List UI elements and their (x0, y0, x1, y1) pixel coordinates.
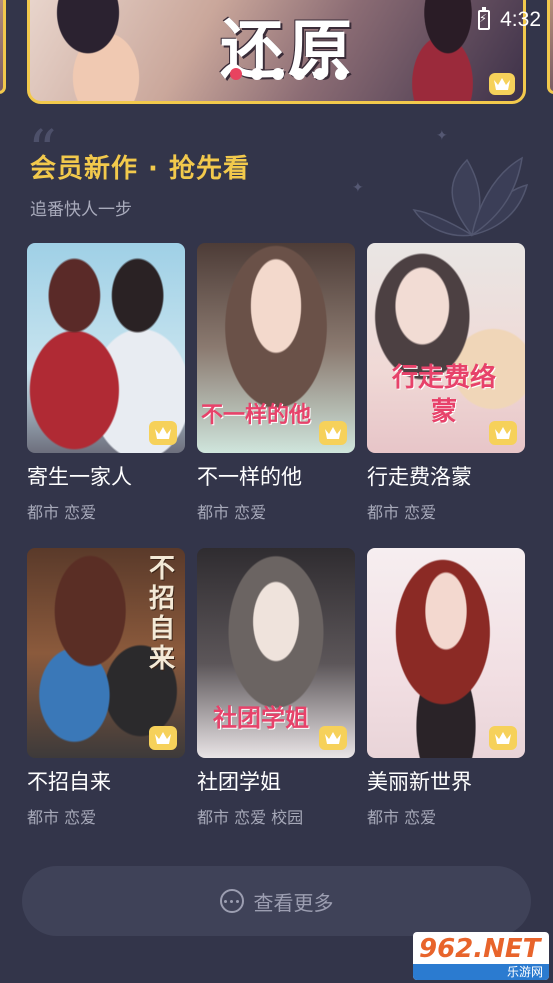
comic-tags: 都市 恋爱 (367, 503, 437, 522)
comic-cover[interactable]: 行走费络蒙 (367, 243, 525, 453)
banner-prev-peek[interactable] (0, 0, 6, 94)
comic-tags: 都市 恋爱 校园 (197, 808, 304, 827)
banner-art-left (40, 0, 160, 101)
comic-cover[interactable] (27, 243, 185, 453)
comic-title[interactable]: 行走费洛蒙 (367, 461, 525, 491)
battery-charging-icon (478, 7, 491, 30)
watermark-main-text: 962.NET (419, 934, 541, 964)
vip-crown-icon (149, 421, 177, 445)
carousel-dot[interactable] (251, 68, 263, 80)
comic-title[interactable]: 社团学姐 (197, 766, 355, 796)
comic-cover[interactable] (367, 548, 525, 758)
vip-crown-icon (149, 726, 177, 750)
carousel-dot[interactable] (335, 68, 347, 80)
leaf-decoration-icon (412, 156, 529, 237)
banner-slide[interactable]: 还原 (27, 0, 526, 104)
banner-carousel[interactable]: 还原 (0, 0, 553, 108)
cover-title-art: 行走费络蒙 (391, 363, 496, 427)
vip-crown-icon (489, 73, 515, 95)
comic-tags: 都市 恋爱 (27, 503, 97, 522)
comic-card[interactable]: 行走费络蒙 行走费洛蒙 都市 恋爱 (367, 243, 525, 523)
status-time: 4:32 (500, 8, 541, 31)
comic-card[interactable]: 不一样的他 不一样的他 都市 恋爱 (197, 243, 355, 523)
carousel-dot[interactable] (314, 68, 326, 80)
comic-card[interactable]: 美丽新世界 都市 恋爱 (367, 548, 525, 828)
comic-cover[interactable]: 不一样的他 (197, 243, 355, 453)
comic-tags: 都市 恋爱 (197, 503, 267, 522)
sparkle-icon: ✦ (436, 128, 448, 144)
carousel-dot[interactable] (293, 68, 305, 80)
comic-tags: 都市 恋爱 (27, 808, 97, 827)
view-more-label: 查看更多 (253, 890, 334, 915)
comic-cover[interactable]: 社团学姐 (197, 548, 355, 758)
comic-title[interactable]: 寄生一家人 (27, 461, 185, 491)
cover-title-art: 不招自来 (148, 554, 175, 674)
status-bar: 4:32 (478, 7, 541, 32)
section-subtitle: 追番快人一步 (30, 200, 132, 220)
vip-crown-icon (319, 421, 347, 445)
banner-next-peek[interactable] (547, 0, 553, 94)
watermark-sub-text: 乐游网 (413, 964, 549, 980)
carousel-dot-active[interactable] (230, 68, 242, 80)
sparkle-icon: ✦ (352, 180, 364, 196)
carousel-dot[interactable] (272, 68, 284, 80)
vip-crown-icon (489, 726, 517, 750)
site-watermark-logo: 962.NET 乐游网 (413, 932, 549, 980)
carousel-dots (230, 68, 347, 80)
comic-card[interactable]: 社团学姐 社团学姐 都市 恋爱 校园 (197, 548, 355, 828)
comic-card[interactable]: 不招自来 不招自来 都市 恋爱 (27, 548, 185, 828)
vip-crown-icon (319, 726, 347, 750)
vip-crown-icon (489, 421, 517, 445)
comic-title[interactable]: 不一样的他 (197, 461, 355, 491)
section-title: 会员新作 · 抢先看 (30, 154, 250, 184)
comic-card[interactable]: 寄生一家人 都市 恋爱 (27, 243, 185, 523)
comic-cover[interactable]: 不招自来 (27, 548, 185, 758)
cover-title-art: 社团学姐 (213, 704, 309, 732)
view-more-button[interactable]: 查看更多 (22, 866, 531, 936)
comic-title[interactable]: 不招自来 (27, 766, 185, 796)
cover-title-art: 不一样的他 (201, 402, 312, 428)
ellipsis-circle-icon (219, 889, 244, 913)
comic-title[interactable]: 美丽新世界 (367, 766, 525, 796)
comic-tags: 都市 恋爱 (367, 808, 437, 827)
